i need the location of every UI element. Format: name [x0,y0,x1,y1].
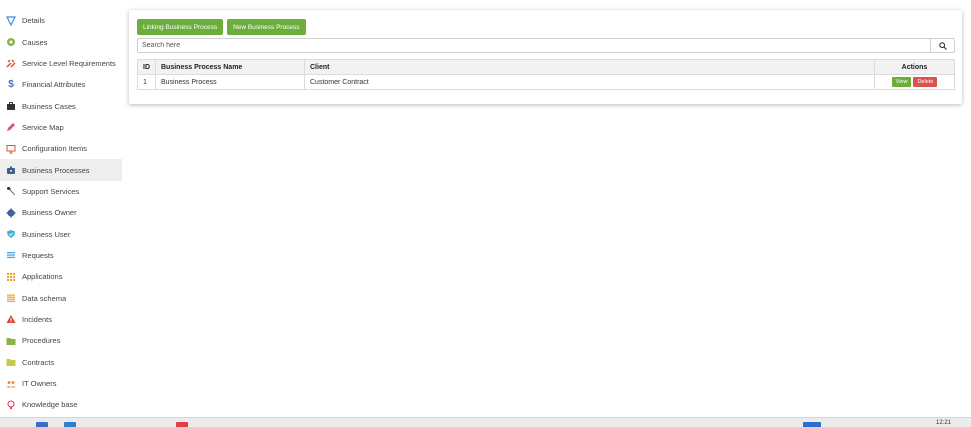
sidebar-item-label: Details [22,16,45,26]
wrench-icon [6,186,16,196]
sidebar-item-configuration-items[interactable]: Configuration Items [0,138,122,159]
broken-link-icon [6,58,16,68]
sidebar-item-service-map[interactable]: Service Map [0,117,122,138]
circle-icon [6,37,16,47]
taskbar-app-icon[interactable] [803,422,821,427]
sidebar-item-label: Service Level Requirements [22,58,116,68]
business-processes-table: ID Business Process Name Client Actions … [137,59,955,90]
cell-client: Customer Contract [304,74,875,90]
sidebar-item-label: Requests [22,250,54,260]
warning-icon [6,314,16,324]
gear-icon [6,208,16,218]
toolbox-icon [6,165,16,175]
cell-actions: View Delete [874,74,955,90]
new-business-process-button[interactable]: New Business Process [227,19,306,35]
monitor-icon [6,144,16,154]
lines-icon [6,293,16,303]
sidebar-item-label: Causes [22,37,48,47]
sidebar-item-applications[interactable]: Applications [0,266,122,287]
sidebar-nav: Details Causes Service Level Requirement… [0,10,122,416]
sidebar-item-label: Data schema [22,293,67,303]
column-header-actions: Actions [874,59,955,75]
grid-icon [6,272,16,282]
search-input[interactable] [138,39,930,52]
sidebar-item-label: Service Map [22,122,64,132]
view-button[interactable]: View [891,77,912,87]
search-bar [137,38,955,53]
sidebar-item-business-user[interactable]: Business User [0,223,122,244]
toolbar: Linking Business Process New Business Pr… [137,19,306,35]
folder-check-icon [6,336,16,346]
sidebar-item-requests[interactable]: Requests [0,245,122,266]
sidebar-item-business-processes[interactable]: Business Processes [0,159,122,181]
delete-button[interactable]: Delete [913,77,938,87]
column-header-id[interactable]: ID [137,59,156,75]
sidebar-item-procedures[interactable]: Procedures [0,330,122,351]
sidebar-item-data-schema[interactable]: Data schema [0,287,122,308]
sidebar-item-label: Applications [22,272,63,282]
sidebar-item-details[interactable]: Details [0,10,122,31]
business-processes-panel: Linking Business Process New Business Pr… [129,10,962,104]
app-page: Details Causes Service Level Requirement… [0,0,971,427]
cell-name: Business Process [155,74,305,90]
sidebar-item-label: Contracts [22,357,55,367]
sidebar-item-knowledge-base[interactable]: Knowledge base [0,394,122,415]
sidebar-item-contracts[interactable]: Contracts [0,352,122,373]
sidebar-item-label: Business Processes [22,165,90,175]
search-button[interactable] [930,39,954,52]
taskbar-clock: 12:21 [935,420,951,426]
folder-icon [6,357,16,367]
sidebar-item-label: Knowledge base [22,400,78,410]
pencil-icon [6,122,16,132]
lightbulb-icon [6,400,16,410]
sidebar-item-support-services[interactable]: Support Services [0,181,122,202]
sidebar-item-label: Financial Attributes [22,80,86,90]
filter-icon [6,16,16,26]
people-icon [6,379,16,389]
briefcase-icon [6,101,16,111]
sidebar-item-label: Incidents [22,314,53,324]
taskbar-app-icon[interactable] [36,422,48,427]
table-header-row: ID Business Process Name Client Actions [137,59,955,75]
sidebar-item-label: Procedures [22,336,61,346]
sidebar-item-label: Business Owner [22,208,77,218]
list-icon [6,250,16,260]
sidebar-item-causes[interactable]: Causes [0,31,122,52]
table-row: 1 Business Process Customer Contract Vie… [137,74,955,90]
sidebar-item-label: IT Owners [22,379,57,389]
sidebar-item-service-level-requirements[interactable]: Service Level Requirements [0,53,122,74]
search-icon [938,41,947,50]
sidebar-item-label: Business User [22,229,71,239]
sidebar-item-financial-attributes[interactable]: $ Financial Attributes [0,74,122,95]
sidebar-item-business-owner[interactable]: Business Owner [0,202,122,223]
cell-id: 1 [137,74,156,90]
sidebar-item-label: Business Cases [22,101,76,111]
sidebar-item-business-cases[interactable]: Business Cases [0,95,122,116]
taskbar-app-icon[interactable] [64,422,76,427]
dollar-icon: $ [8,79,14,91]
sidebar-item-incidents[interactable]: Incidents [0,309,122,330]
sidebar-item-label: Support Services [22,186,80,196]
sidebar-item-it-owners[interactable]: IT Owners [0,373,122,394]
taskbar: 12:21 [0,417,971,427]
linking-business-process-button[interactable]: Linking Business Process [137,19,224,35]
column-header-name[interactable]: Business Process Name [155,59,305,75]
column-header-client[interactable]: Client [304,59,875,75]
taskbar-app-icon[interactable] [176,422,188,427]
shield-icon [6,229,16,239]
sidebar-item-label: Configuration Items [22,144,88,154]
